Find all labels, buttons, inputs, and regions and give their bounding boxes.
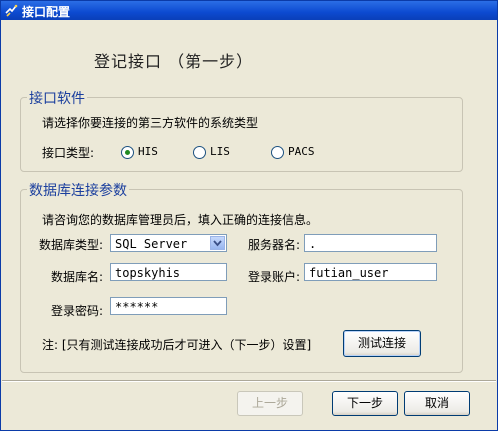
password-input[interactable]: ****** [110,297,227,315]
prev-button[interactable]: 上一步 [237,391,303,416]
chevron-down-icon [213,240,222,247]
test-connection-button[interactable]: 测试连接 [343,330,421,357]
page-heading: 登记接口 （第一步） [94,52,254,71]
radio-his-label[interactable]: HIS [138,145,158,158]
db-group-legend: 数据库连接参数 [27,180,129,200]
account-label: 登录账户: [248,270,301,284]
title-bar[interactable]: 接口配置 [1,1,497,20]
db-type-select[interactable]: SQL Server [110,234,227,252]
next-button[interactable]: 下一步 [332,391,398,416]
db-type-value: SQL Server [115,237,188,251]
password-label: 登录密码: [51,304,104,318]
cancel-button[interactable]: 取消 [404,391,470,416]
db-instruction: 请咨询您的数据库管理员后，填入正确的连接信息。 [42,213,319,227]
server-label: 服务器名: [248,238,301,252]
test-note: 注: [只有测试连接成功后才可进入（下一步）设置] [42,338,312,352]
radio-lis[interactable] [193,146,206,159]
app-icon [5,4,18,17]
radio-pacs-label[interactable]: PACS [288,145,315,158]
dropdown-button[interactable] [210,236,225,250]
radio-his[interactable] [121,146,134,159]
db-name-label: 数据库名: [51,270,104,284]
software-instruction: 请选择你要连接的第三方软件的系统类型 [42,116,259,130]
server-input[interactable]: . [304,234,437,252]
db-name-input[interactable]: topskyhis [110,263,227,281]
interface-type-label: 接口类型: [42,146,95,160]
account-input[interactable]: futian_user [304,263,437,281]
db-type-label: 数据库类型: [39,238,104,252]
window-title: 接口配置 [22,5,71,19]
radio-lis-label[interactable]: LIS [210,145,230,158]
footer-separator [2,380,496,382]
config-window: 接口配置 登记接口 （第一步） 接口软件 请选择你要连接的第三方软件的系统类型 … [0,0,498,431]
software-group-legend: 接口软件 [27,88,87,108]
radio-pacs[interactable] [271,146,284,159]
